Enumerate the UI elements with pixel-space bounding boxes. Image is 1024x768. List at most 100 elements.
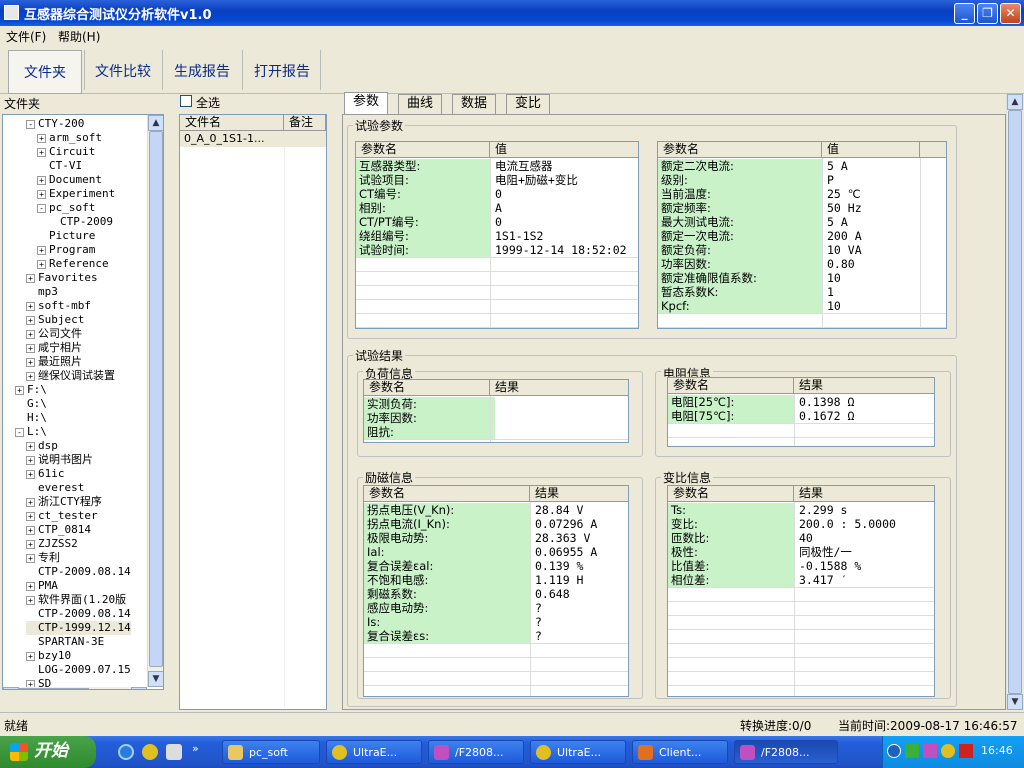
expand-icon[interactable]: +: [26, 553, 35, 563]
task-f2808-2[interactable]: /F2808...: [734, 740, 838, 764]
excitation-grid[interactable]: 参数名 结果 拐点电压(V_Kn): 28.84 V 拐点电流(I_Kn): 0.07…: [363, 485, 629, 697]
task-ultraedit-2[interactable]: UltraE...: [530, 740, 626, 764]
ie-icon[interactable]: [118, 744, 134, 760]
grid-row[interactable]: 相别: A: [356, 201, 638, 215]
file-row[interactable]: 0_A_0_1S1-1...: [180, 131, 326, 147]
grid-row[interactable]: 额定准确限值系数: 10: [658, 271, 946, 285]
grid-row[interactable]: 感应电动势:?: [364, 601, 628, 615]
tree-node[interactable]: CTP-2009.08.14: [26, 607, 131, 621]
scroll-down-icon[interactable]: ▼: [148, 671, 163, 687]
collapse-icon[interactable]: -: [15, 427, 24, 437]
expand-icon[interactable]: +: [26, 455, 35, 465]
tool-compare-button[interactable]: 文件比较: [86, 50, 160, 94]
grid-row[interactable]: 相位差: 3.417 ′: [668, 573, 934, 587]
tree-node[interactable]: + ct_tester: [26, 509, 98, 523]
tree-node[interactable]: - pc_soft: [37, 201, 95, 215]
tab-curve[interactable]: 曲线: [398, 94, 443, 114]
grid-row[interactable]: Ts: 2.299 s: [668, 503, 934, 517]
tree-node[interactable]: + arm_soft: [37, 131, 102, 145]
tree-node[interactable]: CTP-2009: [48, 215, 113, 229]
grid-row[interactable]: 剩磁系数: 0.648: [364, 587, 628, 601]
tree-node[interactable]: + Favorites: [26, 271, 98, 285]
expand-icon[interactable]: +: [26, 469, 35, 479]
close-button[interactable]: ✕: [1000, 3, 1021, 24]
grid-row[interactable]: Kpcf: 10: [658, 299, 946, 313]
tree-node[interactable]: + 继保仪调试装置: [26, 369, 115, 383]
grid-row[interactable]: 极限电动势: 28.363 V: [364, 531, 628, 545]
scroll-left-icon[interactable]: ◀: [3, 687, 19, 689]
start-button[interactable]: 开始: [0, 736, 96, 768]
scroll-up-icon[interactable]: ▲: [1007, 94, 1023, 110]
tree-node[interactable]: + 说明书图片: [26, 453, 93, 467]
tab-ratio[interactable]: 变比: [506, 94, 551, 114]
expand-icon[interactable]: +: [37, 259, 46, 269]
tree-node[interactable]: + 软件界面(1.20版: [26, 593, 126, 607]
test-params-right-grid[interactable]: 参数名 值 额定二次电流: 5 A 级别: P 当前温度: 25 ℃ 额定频率: 50 Hz 最…: [657, 141, 947, 329]
grid-row[interactable]: 功率因数:: [364, 411, 628, 425]
tray-ultraedit-icon[interactable]: [941, 744, 955, 758]
expand-icon[interactable]: +: [26, 581, 35, 591]
tree-node[interactable]: + Experiment: [37, 187, 115, 201]
tree-node[interactable]: + Document: [37, 173, 102, 187]
grid-row[interactable]: 暂态系数K: 1: [658, 285, 946, 299]
tree-node[interactable]: +61ic: [26, 467, 65, 481]
tree-node[interactable]: + ZJZSS2: [26, 537, 78, 551]
grid-row[interactable]: 变比: 200.0 : 5.0000: [668, 517, 934, 531]
tool-generate-report-button[interactable]: 生成报告: [164, 50, 240, 94]
tree-node[interactable]: G:\: [15, 397, 47, 411]
maximize-button[interactable]: ❐: [977, 3, 998, 24]
tree-node[interactable]: - L:\: [15, 425, 47, 439]
tree-node[interactable]: mp3: [26, 285, 58, 299]
grid-row[interactable]: 当前温度: 25 ℃: [658, 187, 946, 201]
tree-vertical-scrollbar[interactable]: ▲ ▼: [147, 115, 163, 687]
tree-node[interactable]: Picture: [37, 229, 95, 243]
grid-row[interactable]: Ial: 0.06955 A: [364, 545, 628, 559]
tree-node[interactable]: - CTY-200: [26, 117, 84, 131]
expand-icon[interactable]: +: [26, 497, 35, 507]
menu-file[interactable]: 文件(F): [6, 28, 46, 45]
tree-node[interactable]: H:\: [15, 411, 47, 425]
expand-icon[interactable]: +: [26, 511, 35, 521]
grid-row[interactable]: 复合误差εal: 0.139 %: [364, 559, 628, 573]
scroll-up-icon[interactable]: ▲: [148, 115, 163, 131]
col-filename-header[interactable]: 文件名: [180, 115, 284, 131]
quicklaunch-more-icon[interactable]: »: [192, 742, 199, 755]
grid-row[interactable]: 复合误差εs:?: [364, 629, 628, 643]
expand-icon[interactable]: +: [26, 539, 35, 549]
ratio-grid[interactable]: 参数名 结果 Ts: 2.299 s 变比: 200.0 : 5.0000 匝数比: 40…: [667, 485, 935, 697]
tree-node[interactable]: + soft-mbf: [26, 299, 91, 313]
grid-row[interactable]: 额定频率: 50 Hz: [658, 201, 946, 215]
task-pc-soft[interactable]: pc_soft: [222, 740, 320, 764]
tree-node[interactable]: + 最近照片: [26, 355, 82, 369]
task-f2808-1[interactable]: /F2808...: [428, 740, 524, 764]
minimize-button[interactable]: _: [954, 3, 975, 24]
expand-icon[interactable]: +: [26, 273, 35, 283]
tray-back-icon[interactable]: [887, 744, 901, 758]
tree-node[interactable]: + Reference: [37, 257, 109, 271]
grid-row[interactable]: 阻抗:: [364, 425, 628, 439]
test-params-left-grid[interactable]: 参数名 值 互感器类型: 电流互感器 试验项目: 电阻+励磁+变比 CT编号: 0 相别: A…: [355, 141, 639, 329]
tree-node[interactable]: + F:\: [15, 383, 47, 397]
grid-row[interactable]: 电阻[25℃]: 0.1398 Ω: [668, 395, 934, 409]
tree-node[interactable]: + Program: [37, 243, 95, 257]
tool-open-report-button[interactable]: 打开报告: [244, 50, 320, 94]
expand-icon[interactable]: +: [26, 651, 35, 661]
tree-node[interactable]: CTP-1999.12.14: [26, 621, 131, 635]
expand-icon[interactable]: +: [26, 329, 35, 339]
collapse-icon[interactable]: -: [37, 203, 46, 213]
grid-row[interactable]: CT编号: 0: [356, 187, 638, 201]
tree-node[interactable]: + PMA: [26, 579, 58, 593]
tree-node[interactable]: + Circuit: [37, 145, 95, 159]
tray-app-icon[interactable]: [923, 744, 937, 758]
expand-icon[interactable]: +: [26, 301, 35, 311]
grid-row[interactable]: 不饱和电感: 1.119 H: [364, 573, 628, 587]
grid-row[interactable]: 拐点电压(V_Kn): 28.84 V: [364, 503, 628, 517]
tree-node[interactable]: + 专利: [26, 551, 60, 565]
expand-icon[interactable]: +: [15, 385, 24, 395]
h-scroll-thumb[interactable]: [19, 688, 89, 689]
expand-icon[interactable]: +: [26, 595, 35, 605]
file-list[interactable]: 文件名 备注 0_A_0_1S1-1...: [179, 114, 327, 710]
task-client[interactable]: Client...: [632, 740, 728, 764]
expand-icon[interactable]: +: [26, 357, 35, 367]
show-desktop-icon[interactable]: [166, 744, 182, 760]
